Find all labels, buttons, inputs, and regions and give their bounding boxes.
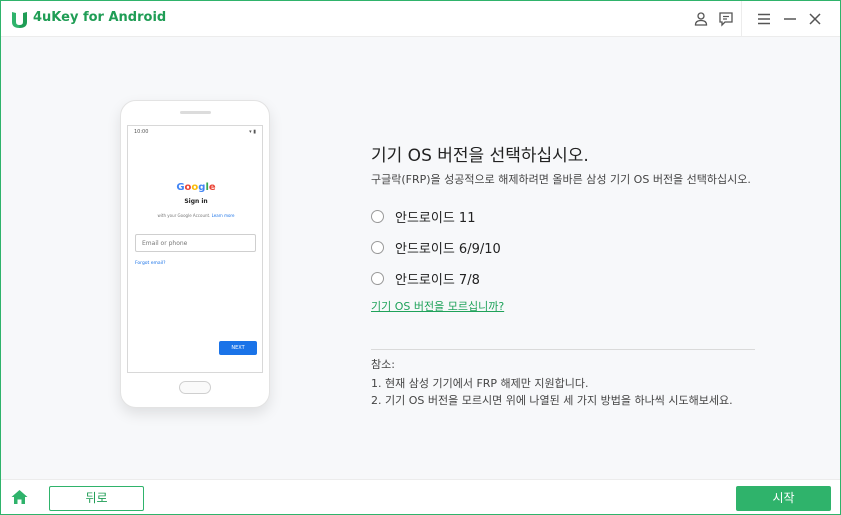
radio-button[interactable] bbox=[371, 271, 384, 285]
feedback-icon[interactable] bbox=[718, 11, 734, 27]
phone-forgot-email: Forgot email? bbox=[135, 261, 166, 266]
home-icon[interactable] bbox=[11, 489, 28, 505]
radio-button[interactable] bbox=[371, 209, 384, 223]
note-line: 2. 기기 OS 버전을 모르시면 위에 나열된 세 가지 방법을 하나씩 시도… bbox=[371, 394, 733, 407]
os-option-label: 안드로이드 11 bbox=[395, 210, 476, 226]
google-logo: Google bbox=[176, 182, 216, 193]
os-option-label: 안드로이드 7/8 bbox=[395, 272, 480, 288]
os-option-label: 안드로이드 6/9/10 bbox=[395, 241, 501, 257]
phone-screen: 10:00 ▾ ▮ Google Sign in with your Googl… bbox=[127, 125, 263, 373]
titlebar-separator bbox=[741, 1, 742, 37]
close-icon[interactable] bbox=[807, 11, 823, 27]
phone-illustration: 10:00 ▾ ▮ Google Sign in with your Googl… bbox=[120, 100, 270, 408]
menu-icon[interactable] bbox=[756, 11, 772, 27]
note-line: 1. 현재 삼성 기기에서 FRP 해제만 지원합니다. bbox=[371, 377, 589, 390]
divider bbox=[371, 349, 755, 350]
os-option-android-11[interactable]: 안드로이드 11 bbox=[371, 207, 476, 226]
title-bar: 4uKey for Android bbox=[1, 1, 840, 37]
app-window: 4uKey for Android 10:00 ▾ ▮ Google Sign … bbox=[0, 0, 841, 515]
phone-account-text: with your Google Account. Learn more bbox=[157, 213, 235, 218]
user-icon[interactable] bbox=[693, 11, 709, 27]
4ukey-logo-icon bbox=[12, 12, 27, 28]
unknown-os-version-link[interactable]: 기기 OS 버전을 모르십니까? bbox=[371, 298, 504, 314]
radio-button[interactable] bbox=[371, 240, 384, 254]
phone-next-button: NEXT bbox=[219, 341, 257, 355]
app-title: 4uKey for Android bbox=[33, 10, 167, 25]
phone-home-button bbox=[179, 381, 211, 394]
os-option-android-7-8[interactable]: 안드로이드 7/8 bbox=[371, 269, 480, 288]
minimize-icon[interactable] bbox=[782, 11, 798, 27]
phone-sign-in-title: Sign in bbox=[184, 198, 208, 205]
phone-speaker bbox=[180, 111, 211, 114]
os-option-android-6-9-10[interactable]: 안드로이드 6/9/10 bbox=[371, 238, 501, 257]
footer-bar: 뒤로 시작 bbox=[1, 479, 840, 514]
phone-status-icons: ▾ ▮ bbox=[249, 129, 256, 135]
page-subtitle: 구글락(FRP)을 성공적으로 해제하려면 올바른 삼성 기기 OS 버전을 선… bbox=[371, 173, 751, 186]
phone-email-field: Email or phone bbox=[135, 234, 256, 252]
page-title: 기기 OS 버전을 선택하십시오. bbox=[371, 146, 589, 166]
start-button[interactable]: 시작 bbox=[736, 486, 831, 511]
back-button[interactable]: 뒤로 bbox=[49, 486, 144, 511]
note-title: 참소: bbox=[371, 358, 395, 371]
phone-time: 10:00 bbox=[134, 129, 149, 135]
